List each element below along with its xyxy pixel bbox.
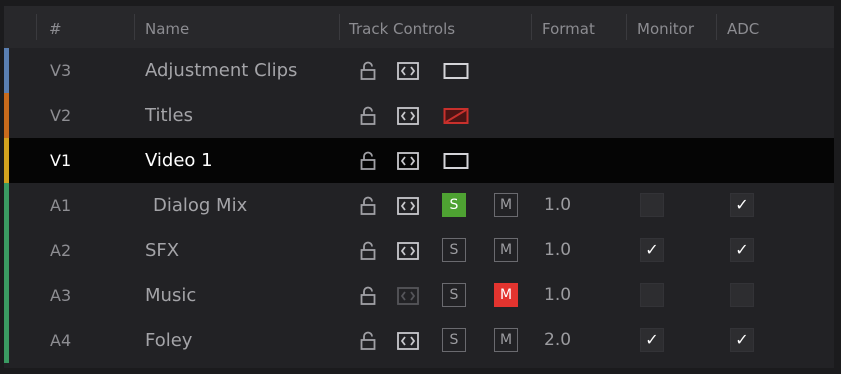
track-row-a4[interactable]: A4 Foley S M 2.0 ✓ ✓	[4, 318, 834, 363]
auto-select-icon[interactable]	[396, 273, 420, 318]
header-divider	[134, 14, 135, 40]
track-color-bar	[4, 48, 9, 93]
header-track-controls: Track Controls	[349, 20, 456, 38]
track-row-v1[interactable]: V1 Video 1	[4, 138, 834, 183]
track-name[interactable]: Titles	[145, 93, 193, 138]
track-color-bar	[4, 273, 9, 318]
header-format[interactable]: Format	[542, 6, 595, 48]
header-number: #	[49, 20, 62, 38]
track-enable-icon[interactable]	[442, 93, 470, 138]
track-color-bar	[4, 183, 9, 228]
track-id: A3	[50, 286, 72, 305]
header-divider	[339, 14, 340, 40]
auto-select-icon[interactable]	[396, 318, 420, 363]
track-name[interactable]: Video 1	[145, 138, 213, 183]
channel-format[interactable]: 1.0	[544, 273, 571, 318]
lock-icon[interactable]	[356, 318, 380, 363]
track-color-bar	[4, 228, 9, 273]
track-row-v3[interactable]: V3 Adjustment Clips	[4, 48, 834, 93]
track-row-v2[interactable]: V2 Titles	[4, 93, 834, 138]
track-color-bar	[4, 93, 9, 138]
header-divider	[716, 14, 717, 40]
track-color-bar	[4, 318, 9, 363]
mute-button[interactable]: M	[494, 193, 518, 217]
track-name[interactable]: Dialog Mix	[153, 183, 247, 228]
track-id: V3	[50, 61, 72, 80]
monitor-checkbox[interactable]: ✓	[640, 328, 664, 352]
mute-button[interactable]: M	[494, 328, 518, 352]
track-name[interactable]: SFX	[145, 228, 179, 273]
monitor-checkbox[interactable]	[640, 193, 664, 217]
adc-checkbox[interactable]	[730, 283, 754, 307]
track-name[interactable]: Foley	[145, 318, 192, 363]
solo-button[interactable]: S	[442, 193, 466, 217]
header-divider	[626, 14, 627, 40]
header-adc[interactable]: ADC	[727, 6, 759, 48]
header-divider	[36, 14, 37, 40]
channel-format[interactable]: 1.0	[544, 183, 571, 228]
lock-icon[interactable]	[356, 183, 380, 228]
solo-button[interactable]: S	[442, 283, 466, 307]
auto-select-icon[interactable]	[396, 138, 420, 183]
monitor-checkbox[interactable]	[640, 283, 664, 307]
adc-checkbox[interactable]: ✓	[730, 193, 754, 217]
track-enable-icon[interactable]	[442, 48, 470, 93]
mute-button[interactable]: M	[494, 283, 518, 307]
channel-format[interactable]: 2.0	[544, 318, 571, 363]
lock-icon[interactable]	[356, 93, 380, 138]
header-divider	[531, 14, 532, 40]
track-id: A1	[50, 196, 72, 215]
header-name[interactable]: Name	[145, 6, 189, 48]
track-id: V2	[50, 106, 72, 125]
lock-icon[interactable]	[356, 48, 380, 93]
track-id: V1	[50, 151, 72, 170]
auto-select-icon[interactable]	[396, 93, 420, 138]
track-index-panel: # Name Track Controls Format Monitor ADC…	[4, 6, 834, 368]
track-color-bar	[4, 138, 9, 183]
lock-icon[interactable]	[356, 273, 380, 318]
track-row-a2[interactable]: A2 SFX S M 1.0 ✓ ✓	[4, 228, 834, 273]
monitor-checkbox[interactable]: ✓	[640, 238, 664, 262]
track-id: A2	[50, 241, 72, 260]
adc-checkbox[interactable]: ✓	[730, 238, 754, 262]
lock-icon[interactable]	[356, 138, 380, 183]
mute-button[interactable]: M	[494, 238, 518, 262]
track-id: A4	[50, 331, 72, 350]
track-row-a3[interactable]: A3 Music S M 1.0	[4, 273, 834, 318]
column-header-row: # Name Track Controls Format Monitor ADC	[4, 6, 834, 48]
channel-format[interactable]: 1.0	[544, 228, 571, 273]
track-row-a1[interactable]: A1 Dialog Mix S M 1.0 ✓	[4, 183, 834, 228]
header-monitor[interactable]: Monitor	[637, 6, 694, 48]
adc-checkbox[interactable]: ✓	[730, 328, 754, 352]
track-enable-icon[interactable]	[442, 138, 470, 183]
auto-select-icon[interactable]	[396, 228, 420, 273]
track-name[interactable]: Adjustment Clips	[145, 48, 297, 93]
solo-button[interactable]: S	[442, 328, 466, 352]
lock-icon[interactable]	[356, 228, 380, 273]
auto-select-icon[interactable]	[396, 48, 420, 93]
solo-button[interactable]: S	[442, 238, 466, 262]
auto-select-icon[interactable]	[396, 183, 420, 228]
track-name[interactable]: Music	[145, 273, 196, 318]
